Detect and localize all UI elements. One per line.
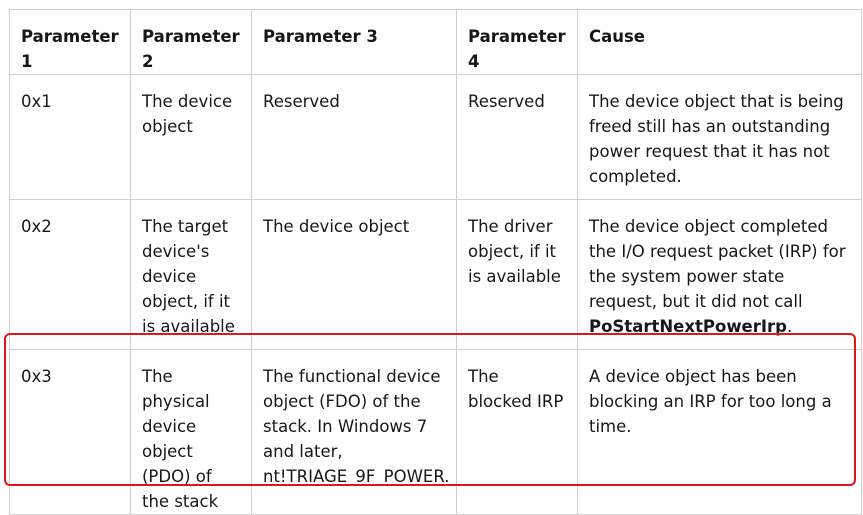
cause-text: The device object completed the I/O requ… [589,217,846,311]
function-name: PoStartNextPowerIrp [589,317,787,336]
header-parameter-3: Parameter 3 [251,9,457,75]
cell-parameter-2: The target device's device object, if it… [130,199,252,350]
header-parameter-1: Parameter 1 [9,9,131,75]
cell-cause: The device object that is being freed st… [577,74,862,200]
table-row: 0x1 The device object Reserved Reserved … [9,74,862,200]
cell-parameter-4: Reserved [456,74,578,200]
cell-parameter-2: The physical device object (PDO) of the … [130,349,252,515]
header-parameter-2: Parameter 2 [130,9,252,75]
header-row: Parameter 1 Parameter 2 Parameter 3 Para… [9,9,862,75]
header-parameter-4: Parameter 4 [456,9,578,75]
table-row: 0x3 The physical device object (PDO) of … [9,349,862,515]
cell-parameter-3: The functional device object (FDO) of th… [251,349,457,515]
cell-parameter-2: The device object [130,74,252,200]
cell-cause: The device object completed the I/O requ… [577,199,862,350]
cell-parameter-4: The driver object, if it is available [456,199,578,350]
cell-parameter-1: 0x2 [9,199,131,350]
cell-parameter-1: 0x1 [9,74,131,200]
parameters-table: Parameter 1 Parameter 2 Parameter 3 Para… [9,9,862,515]
cause-suffix: . [786,317,793,336]
cell-cause: A device object has been blocking an IRP… [577,349,862,515]
cell-parameter-3: Reserved [251,74,457,200]
cell-parameter-4: The blocked IRP [456,349,578,515]
cell-parameter-1: 0x3 [9,349,131,515]
cell-parameter-3: The device object [251,199,457,350]
header-cause: Cause [577,9,862,75]
table-row: 0x2 The target device's device object, i… [9,199,862,350]
